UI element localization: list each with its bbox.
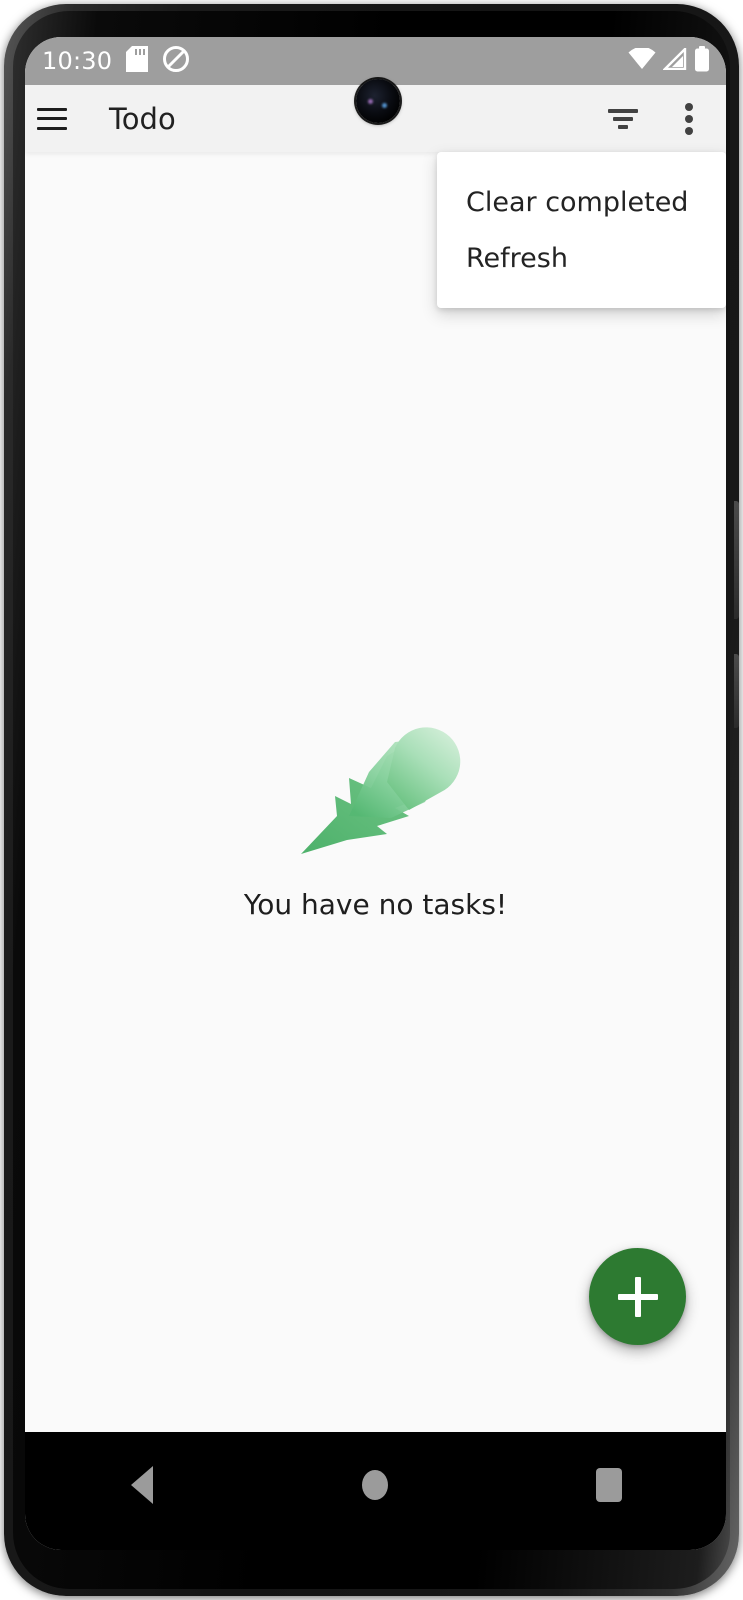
- home-circle-icon: [362, 1470, 389, 1500]
- status-bar-left: 10:30: [42, 45, 190, 77]
- empty-state-message: You have no tasks!: [243, 888, 508, 921]
- front-camera-punch-hole: [356, 79, 400, 123]
- phone-frame: 10:30 Todo You have no tasks! Clear comp…: [4, 4, 739, 1596]
- feather-quill-icon: [291, 712, 461, 862]
- volume-button[interactable]: [734, 654, 739, 728]
- sd-card-icon: [126, 46, 149, 76]
- task-list-content: You have no tasks!: [25, 152, 726, 1432]
- phone-screen: 10:30 Todo You have no tasks! Clear comp…: [25, 37, 726, 1550]
- hamburger-lines: [37, 107, 67, 130]
- do-not-disturb-icon: [162, 45, 190, 77]
- status-bar: 10:30: [25, 37, 726, 85]
- back-triangle-icon: [130, 1466, 153, 1504]
- nav-recents-button[interactable]: [564, 1462, 654, 1508]
- overflow-menu-icon[interactable]: [662, 92, 716, 146]
- plus-icon: [617, 1276, 658, 1317]
- power-button[interactable]: [734, 501, 739, 619]
- overflow-dropdown-menu: Clear completed Refresh: [437, 152, 726, 308]
- app-bar-actions: [596, 92, 716, 146]
- nav-home-button[interactable]: [330, 1462, 420, 1508]
- filter-icon[interactable]: [596, 92, 650, 146]
- status-bar-right: [628, 46, 710, 76]
- menu-item-refresh[interactable]: Refresh: [437, 230, 726, 286]
- page-title: Todo: [109, 101, 176, 136]
- recents-square-icon: [596, 1468, 623, 1502]
- nav-back-button[interactable]: [97, 1462, 187, 1508]
- camera-glint-secondary: [382, 103, 387, 108]
- add-task-fab[interactable]: [589, 1248, 686, 1345]
- battery-icon: [694, 46, 710, 76]
- android-navigation-bar: [25, 1432, 726, 1550]
- cellular-signal-icon: [662, 46, 687, 74]
- menu-item-clear-completed[interactable]: Clear completed: [437, 174, 726, 230]
- hamburger-menu-icon[interactable]: [25, 92, 79, 146]
- kebab-dots: [685, 102, 693, 135]
- status-clock: 10:30: [42, 47, 113, 75]
- camera-glint: [368, 99, 373, 104]
- filter-lines: [608, 108, 638, 129]
- wifi-icon: [628, 46, 656, 74]
- empty-state: You have no tasks!: [25, 712, 726, 921]
